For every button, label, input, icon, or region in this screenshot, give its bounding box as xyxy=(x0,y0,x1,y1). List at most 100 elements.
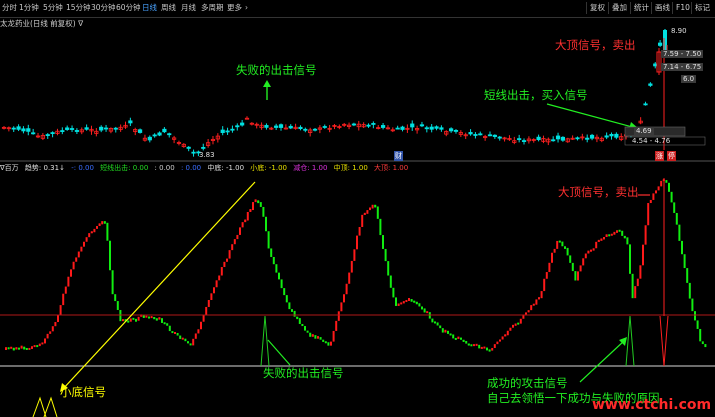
candle xyxy=(366,124,371,127)
price-high-label: 8.90 xyxy=(671,27,687,35)
indicator-value: 小底: -1.00 xyxy=(250,164,287,172)
price-range-label: 4.54 - 4.76 xyxy=(632,137,671,145)
top-sell-annotation: 大顶信号，卖出 xyxy=(555,38,636,52)
candle xyxy=(429,126,434,130)
candle xyxy=(653,63,658,67)
candle xyxy=(50,132,55,135)
attack-signal-spike xyxy=(625,315,635,367)
candle xyxy=(230,128,235,131)
candle xyxy=(589,134,595,139)
candle xyxy=(16,126,21,130)
bottom-signal-spike xyxy=(32,396,58,417)
axis-price-label: 6.0 xyxy=(681,75,697,83)
limit-up-marker: 涨 xyxy=(655,151,664,161)
indicator-value: 趋势: 0.31↓ xyxy=(24,164,65,172)
candle xyxy=(439,127,444,130)
candle xyxy=(45,134,50,136)
candle xyxy=(288,125,293,129)
candle xyxy=(555,135,561,140)
candle xyxy=(648,83,653,86)
candle xyxy=(473,134,478,136)
bottom-signal-annotation: 小底信号 xyxy=(60,385,106,399)
candle xyxy=(26,128,31,132)
fail-signal-annotation: 失败的出击信号 xyxy=(263,366,344,380)
candle xyxy=(643,103,648,106)
candle xyxy=(410,123,415,128)
candle xyxy=(147,136,152,141)
indicator-value: -: 0.00 xyxy=(71,164,94,172)
annotation-arrow xyxy=(546,103,637,129)
candle xyxy=(487,134,493,137)
candle xyxy=(152,134,157,137)
candle xyxy=(264,125,269,128)
candle xyxy=(497,136,502,139)
candle xyxy=(235,125,240,128)
indicator-value: 大顶: 1.00 xyxy=(374,164,409,172)
candle xyxy=(351,123,357,126)
candle xyxy=(468,132,473,135)
candle xyxy=(157,132,162,136)
top-sell-annotation: 大顶信号，卖出 xyxy=(558,185,639,199)
candle xyxy=(278,124,284,128)
candle xyxy=(186,146,191,149)
candle xyxy=(536,136,541,141)
candle xyxy=(128,120,133,124)
arrow-head xyxy=(263,80,271,87)
candle xyxy=(167,133,172,136)
candle xyxy=(303,128,308,131)
short-attack-annotation: 短线出击，买入信号 xyxy=(484,88,588,102)
indicator-name[interactable]: ∇百万 xyxy=(0,164,19,172)
candle xyxy=(380,125,386,128)
price-range-label: 7.14 - 6.75 xyxy=(661,63,704,71)
annotation-arrow xyxy=(267,339,291,366)
candle xyxy=(21,128,26,132)
candle xyxy=(191,151,196,154)
candle xyxy=(99,126,104,131)
candle xyxy=(69,128,75,130)
candle xyxy=(395,127,400,130)
top-signal-spike xyxy=(659,315,669,367)
limit-down-marker: 停 xyxy=(667,151,676,161)
indicator-value: : 0.00 xyxy=(180,164,202,172)
candle xyxy=(575,137,580,140)
candle xyxy=(449,128,454,132)
oscillator-overlays xyxy=(0,178,715,417)
oscillator-series xyxy=(5,179,707,352)
indicator-legend: ∇百万 趋势: 0.31↓ -: 0.00 短线出击: 0.00 : 0.00 … xyxy=(0,163,412,174)
candle xyxy=(312,128,318,131)
candle xyxy=(521,140,527,142)
stock-chart xyxy=(0,17,715,417)
candle xyxy=(517,138,522,141)
candle xyxy=(103,127,109,130)
candle xyxy=(434,126,439,129)
candle xyxy=(322,126,327,128)
candle xyxy=(220,129,225,133)
price-range-label: 7.59 - 7.50 xyxy=(661,50,704,58)
candle xyxy=(453,130,459,132)
candle xyxy=(11,127,16,130)
candle xyxy=(240,122,245,126)
candle xyxy=(31,132,36,135)
candle xyxy=(478,133,483,136)
candle xyxy=(60,130,65,133)
candle xyxy=(113,127,118,130)
candle xyxy=(274,125,279,128)
annotation-arrow xyxy=(579,339,626,383)
candle xyxy=(614,133,619,138)
candle xyxy=(84,127,89,130)
price-low-label: 3.83 xyxy=(199,151,215,159)
candle xyxy=(604,135,609,138)
finance-marker[interactable]: 财 xyxy=(394,151,403,161)
candle xyxy=(225,130,230,133)
candle xyxy=(609,133,614,137)
candle xyxy=(658,42,663,46)
watermark: www.ctchi.com xyxy=(592,397,712,413)
success-signal-annotation: 成功的攻击信号 xyxy=(487,376,568,390)
indicator-value: 中底: -1.00 xyxy=(207,164,245,172)
annotation-line xyxy=(61,181,256,391)
candle xyxy=(137,129,143,133)
candle xyxy=(492,134,497,137)
axis-price-label: 4.69 xyxy=(634,127,654,135)
candle xyxy=(560,136,566,141)
candle xyxy=(400,126,405,130)
